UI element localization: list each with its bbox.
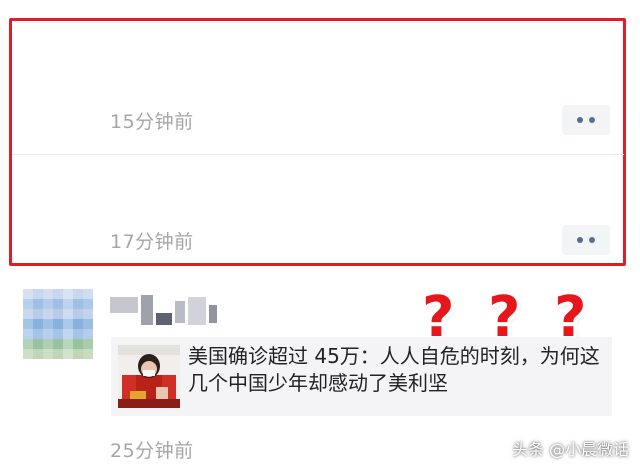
source-watermark: 头条 @小晨微话 [512, 440, 630, 459]
more-button-1[interactable] [562, 105, 610, 135]
highlight-box [9, 18, 626, 266]
shared-article-card[interactable]: 美国确诊超过 45万：人人自危的时刻，为何这几个中国少年却感动了美利坚 [111, 337, 612, 416]
user-name-pixelated[interactable] [110, 295, 217, 329]
more-dot-icon [589, 117, 595, 123]
moment-timestamp-3: 25分钟前 [110, 440, 194, 462]
article-thumbnail-image [118, 345, 180, 408]
more-dot-icon [589, 237, 595, 243]
moment-separator [12, 154, 624, 155]
moment-timestamp-2: 17分钟前 [110, 231, 194, 253]
more-button-2[interactable] [562, 225, 610, 255]
more-dot-icon [577, 237, 583, 243]
moment-timestamp-1: 15分钟前 [110, 111, 194, 133]
article-title: 美国确诊超过 45万：人人自危的时刻，为何这几个中国少年却感动了美利坚 [188, 344, 600, 395]
user-avatar-blurred[interactable] [23, 289, 93, 359]
article-thumbnail [118, 345, 180, 408]
more-dot-icon [577, 117, 583, 123]
